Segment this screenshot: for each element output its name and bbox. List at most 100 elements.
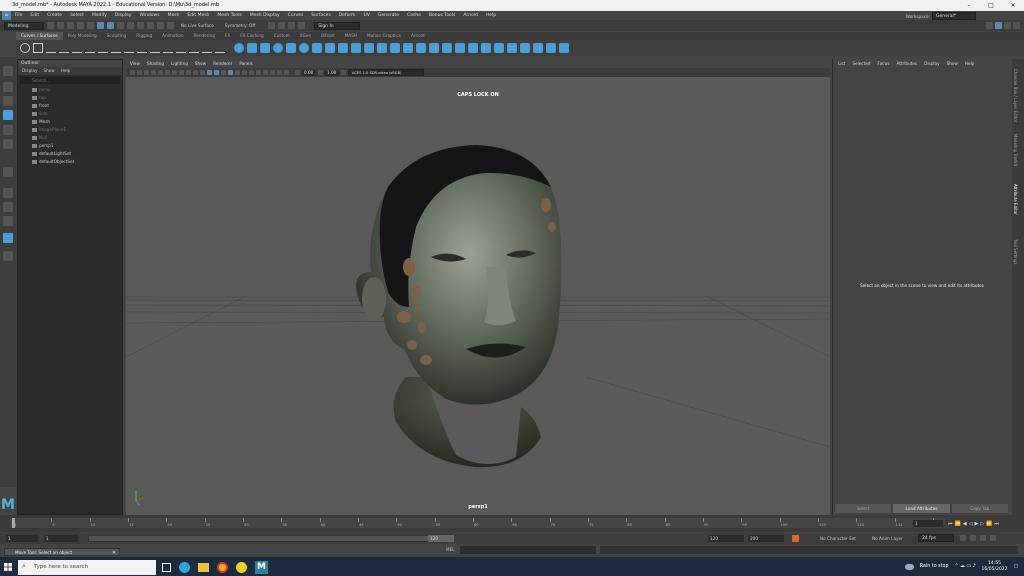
camera-select-icon[interactable] [130,70,135,75]
range-inner-start-field[interactable]: 1 [44,535,78,542]
colorspace-dropdown[interactable]: ACES 1.0 SDR-video (sRGB) [348,69,424,76]
single-perspective-layout-icon[interactable] [3,188,13,198]
mode-dropdown[interactable]: Modeling [4,21,44,30]
outliner-item-defaultlightset[interactable]: defaultLightSet [18,150,122,158]
weather-icon[interactable] [904,563,914,570]
workspace-dropdown[interactable]: General* [932,12,976,20]
nurbs-sphere-icon[interactable] [234,43,244,53]
tab-attribute-editor[interactable]: Attribute Editor [1013,184,1018,215]
shelf-tab-xgen[interactable]: XGen [295,32,316,40]
shelf-tab-fx[interactable]: FX [220,32,235,40]
insert-knot-icon[interactable] [137,43,147,53]
clock[interactable]: 14:55 16/05/2022 [982,561,1008,573]
render-frame-icon[interactable] [268,22,276,29]
rotate-tool-icon[interactable] [3,125,13,135]
tray-icons[interactable]: ⌃ ☁ ▭ ♪ [955,564,976,569]
select-by-component-icon[interactable] [117,22,124,29]
pencil-curve-icon[interactable] [85,43,95,53]
outliner-item-mesh[interactable]: Mesh [18,118,122,126]
bezier-curve-icon[interactable] [72,43,82,53]
menu-file[interactable]: File [11,11,27,20]
sign-in-button[interactable]: Sign In [314,21,361,30]
camera-attributes-icon[interactable] [137,70,142,75]
menu-create[interactable]: Create [43,11,66,20]
nurbs-circle-icon[interactable] [20,43,30,53]
birail-icon[interactable] [364,43,374,53]
outliner-item-imageplane1[interactable]: imagePlane1 [18,126,122,134]
outliner-menu-display[interactable]: Display [22,67,37,75]
anti-aliasing-icon[interactable] [263,70,268,75]
shelf-tab-fx-caching[interactable]: FX Caching [235,32,269,40]
loft-icon[interactable] [325,43,335,53]
ipr-render-icon[interactable] [278,22,286,29]
menu-bonus-tools[interactable]: Bonus Tools [425,11,459,20]
viewport-menu-view[interactable]: View [130,60,140,68]
maya-app-icon[interactable]: M [255,561,268,574]
outliner-menu-help[interactable]: Help [61,67,71,75]
save-scene-icon[interactable] [67,22,74,29]
planar-icon[interactable] [338,43,348,53]
select-by-hierarchy-icon[interactable] [97,22,104,29]
attr-menu-attributes[interactable]: Attributes [896,59,917,68]
add-points-icon[interactable] [189,43,199,53]
outliner-item-defaultobjectset[interactable]: defaultObjectSet [18,158,122,166]
step-forward-key-icon[interactable]: ⏩ [986,521,992,527]
extend-surface-icon[interactable] [520,43,530,53]
attribute-editor-toggle-icon[interactable] [995,22,1002,29]
snap-grid-icon[interactable] [127,22,134,29]
time-slider-track[interactable]: 1 5 10 15 20 25 30 35 40 45 50 55 60 65 70 75 80 85 90 95 10… [10,518,945,528]
attr-menu-show[interactable]: Show [947,59,958,68]
bezier-anchor-icon[interactable] [215,43,225,53]
hypershade-icon[interactable] [298,22,306,29]
attr-menu-focus[interactable]: Focus [877,59,889,68]
snap-curve-icon[interactable] [137,22,144,29]
viewport-persp[interactable]: CAPS LOCK ON persp1 [126,77,830,515]
nurbs-cylinder-icon[interactable] [260,43,270,53]
outliner-menu-show[interactable]: Show [43,67,54,75]
shelf-tab-animation[interactable]: Animation [157,32,188,40]
step-back-icon[interactable]: ◀ [963,521,967,527]
sculpt-geometry-icon[interactable] [546,43,556,53]
rebuild-surface-icon[interactable] [533,43,543,53]
range-slider-bar[interactable] [88,535,454,542]
outliner-item-null[interactable]: Null [18,134,122,142]
notifications-icon[interactable]: ▢ [1013,564,1018,569]
gamma-field[interactable]: 1.00 [325,69,339,76]
curve-editing-icon[interactable] [202,43,212,53]
menu-mesh-tools[interactable]: Mesh Tools [213,11,245,20]
resolution-gate-icon[interactable] [172,70,177,75]
tab-tool-settings[interactable]: Tool Settings [1013,239,1018,264]
file-explorer-icon[interactable] [198,563,209,572]
detach-curves-icon[interactable] [124,43,134,53]
range-start-field[interactable]: 1 [6,535,38,542]
exposure-field[interactable]: 0.00 [302,69,316,76]
extrude-icon[interactable] [351,43,361,53]
menu-mesh-display[interactable]: Mesh Display [246,11,284,20]
xray-joints-icon[interactable] [284,70,289,75]
menu-surfaces[interactable]: Surfaces [307,11,335,20]
close-button[interactable]: ✕ [1002,0,1024,11]
lasso-tool-icon[interactable] [3,82,13,92]
playback-speed-icon[interactable] [980,535,986,541]
arc-tool-icon[interactable] [98,43,108,53]
project-curve-icon[interactable] [429,43,439,53]
task-view-icon[interactable] [162,563,171,572]
shelf-tab-sculpting[interactable]: Sculpting [102,32,132,40]
color-management-icon[interactable] [341,70,346,75]
menu-generate[interactable]: Generate [374,11,403,20]
outliner-item-front[interactable]: front [18,102,122,110]
render-settings-icon[interactable] [288,22,296,29]
symmetry-label[interactable]: Symmetry: Off [225,23,255,28]
attach-curves-icon[interactable] [111,43,121,53]
menu-edit[interactable]: Edit [26,11,43,20]
extend-curve-icon[interactable] [150,43,160,53]
smooth-shade-icon[interactable] [214,70,219,75]
anim-layer-label[interactable]: No Anim Layer [872,535,903,542]
loop-icon[interactable] [960,535,966,541]
tab-channel-box[interactable]: Channel Box / Layer Editor [1013,69,1018,122]
attr-menu-display[interactable]: Display [924,59,939,68]
viewport-menu-shading[interactable]: Shading [147,60,164,68]
tab-modeling-toolkit[interactable]: Modeling Toolkit [1013,134,1018,166]
revolve-icon[interactable] [312,43,322,53]
radiation-app-icon[interactable] [236,562,247,573]
